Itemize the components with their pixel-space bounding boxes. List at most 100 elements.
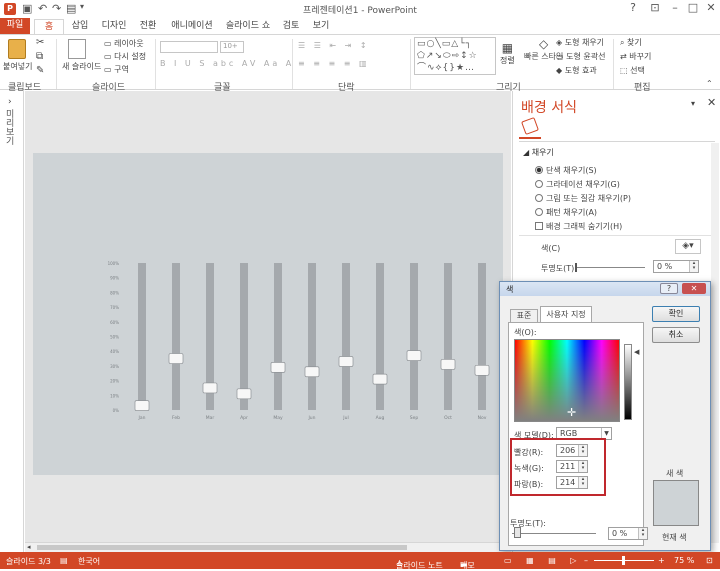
tab-review[interactable]: 검토 [278,19,304,34]
status-bar: 슬라이드 3/3 ▤ 한국어 ≜ 슬라이드 노트 ▬ 메모 ▭ ▦ ▤ ▷ – … [0,552,720,570]
copy-icon[interactable]: ⧉ [36,51,43,62]
section-button[interactable]: ▭ 구역 [104,64,129,75]
spinner-arrows-icon[interactable]: ▴ ▾ [578,477,587,488]
shape-effects-button[interactable]: ◆ 도형 효과 [556,65,597,76]
font-format-icons[interactable]: B I U S abc AV Aa A [160,59,294,68]
blue-input[interactable]: 214 ▴ ▾ [556,476,588,489]
tab-slideshow[interactable]: 슬라이드 쇼 [222,19,274,34]
zoom-thumb[interactable] [622,556,625,565]
tab-file[interactable]: 파일 [0,18,30,34]
tab-transitions[interactable]: 전환 [134,19,162,34]
tab-design[interactable]: 디자인 [98,19,130,34]
picture-fill-radio[interactable]: 그림 또는 질감 채우기(P) [535,193,631,204]
tab-home[interactable]: 홈 [34,19,64,34]
help-button[interactable]: ? [622,1,644,14]
color-label: 색(C) [541,244,561,253]
dialog-help-button[interactable]: ? [660,283,678,294]
fill-section-label: 채우기 [531,148,554,157]
solid-fill-radio[interactable]: 단색 채우기(S) [535,165,597,176]
green-input[interactable]: 211 ▴ ▾ [556,460,588,473]
replace-button[interactable]: ⇄ 바꾸기 [620,51,651,62]
shape-fill-button[interactable]: ◈ 도형 채우기 [556,37,604,48]
dialog-transparency-slider[interactable] [512,533,596,534]
paste-button[interactable]: 붙여넣기 [3,61,32,72]
spinner-arrows-icon[interactable]: ▴ ▾ [578,461,587,472]
ok-button[interactable]: 확인 [652,306,700,322]
pattern-fill-radio[interactable]: 패턴 채우기(A) [535,207,597,218]
luminance-arrow-icon[interactable]: ◀ [634,348,639,356]
spinner-arrows-icon[interactable]: ▴ ▾ [578,445,587,456]
horizontal-scrollbar[interactable]: ◂ ▸ [25,542,511,552]
notes-label: 슬라이드 노트 [396,561,443,570]
zoom-out-icon[interactable]: – [584,556,588,565]
dialog-close-button[interactable]: ✕ [682,283,706,294]
scroll-left-icon[interactable]: ◂ [27,543,31,551]
spinner-arrows-icon[interactable]: ▴ ▾ [638,528,647,539]
fit-slide-icon[interactable]: ⊡ [706,556,713,565]
thumbnail-pane: › 미리 보기 [0,91,24,552]
transparency-slider[interactable] [575,267,645,268]
tab-custom[interactable]: 사용자 지정 [540,306,592,322]
view-icons[interactable]: ▭ ▦ ▤ ▷ [504,556,582,565]
format-painter-icon[interactable]: ✎ [36,65,44,76]
align-icons[interactable]: ≡ ≡ ≡ ≡ ▥ [298,59,370,68]
new-slide-button[interactable]: 새 슬라이드 [62,61,101,72]
color-picker-button[interactable]: ◈▾ [675,239,701,254]
spinner-arrows-icon[interactable]: ▴ ▾ [689,261,698,272]
scroll-thumb[interactable] [37,545,407,550]
y-tick-label: 90% [110,276,119,281]
shapes-gallery[interactable]: ▭○╲▭△└┐ ⬠↗↘⬭⇨↕☆ ⌒∿⟡{}★… [414,37,496,75]
gradient-fill-radio[interactable]: 그라데이션 채우기(G) [535,179,620,190]
y-tick-label: 20% [110,379,119,384]
option-label: 그림 또는 질감 채우기(P) [546,194,631,203]
hide-graphics-checkbox[interactable]: 배경 그래픽 숨기기(H) [535,221,622,232]
cancel-button[interactable]: 취소 [652,327,700,343]
pane-divider [519,141,715,142]
paste-icon[interactable] [8,39,26,59]
new-slide-icon[interactable] [68,39,86,59]
collapse-ribbon-icon[interactable]: ⌃ [706,79,713,88]
font-size-box[interactable]: 10+ [220,41,244,53]
layout-button[interactable]: ▭ 레이아웃 [104,38,144,49]
current-color-swatch [654,503,698,525]
slide-chart[interactable]: 100% 90% 80% 70% 60% 50% 40% 30% 20% 10% 0% Jan Feb M… [33,153,503,475]
pane-options-icon[interactable]: ▾ [691,99,695,108]
ribbon-display-icon[interactable]: ⊡ [644,1,666,14]
reset-button[interactable]: ▭ 다시 설정 [104,51,146,62]
pane-close-icon[interactable]: ✕ [707,96,716,109]
dialog-transparency-thumb[interactable] [514,527,521,538]
zoom-in-icon[interactable]: + [658,556,665,565]
green-value: 211 [560,462,576,471]
language-indicator[interactable]: 한국어 [78,556,100,567]
spellcheck-icon[interactable]: ▤ [60,556,68,565]
slider-track [172,263,180,410]
font-name-box[interactable] [160,41,218,53]
slider-track [240,263,248,410]
fill-section-header[interactable]: ◢ 채우기 [523,147,554,158]
expand-pane-icon[interactable]: › [8,97,12,107]
transparency-slider-thumb[interactable] [575,263,577,272]
fill-bucket-icon[interactable] [521,117,539,135]
group-separator [292,39,293,89]
y-tick-label: 10% [110,393,119,398]
paragraph-icons[interactable]: ☰ ☰ ⇤ ⇥ ↕ [298,41,370,50]
close-button[interactable]: ✕ [700,1,720,14]
zoom-level[interactable]: 75 % [674,556,694,565]
tab-animations[interactable]: 애니메이션 [166,19,218,34]
spectrum-crosshair-icon[interactable]: ✛ [567,406,576,419]
transparency-input[interactable]: 0 % ▴ ▾ [653,260,699,273]
dialog-transparency-input[interactable]: 0 % ▴ ▾ [608,527,648,540]
luminance-bar[interactable] [624,344,632,420]
shape-outline-button[interactable]: ▭ 도형 윤곽선 [556,51,605,62]
tab-view[interactable]: 보기 [308,19,334,34]
find-button[interactable]: ⌕ 찾기 [620,37,642,48]
pane-scrollbar[interactable] [711,143,719,543]
tab-insert[interactable]: 삽입 [66,19,94,34]
slide[interactable]: 100% 90% 80% 70% 60% 50% 40% 30% 20% 10% 0% Jan Feb M… [33,153,503,475]
select-button[interactable]: ⬚ 선택 [620,65,645,76]
arrange-button[interactable]: ▦ 정렬 [500,41,515,66]
tab-standard[interactable]: 표준 [510,309,538,322]
shape-effects-icon: ◆ [556,66,565,75]
red-input[interactable]: 206 ▴ ▾ [556,444,588,457]
cut-icon[interactable]: ✂ [36,37,44,48]
